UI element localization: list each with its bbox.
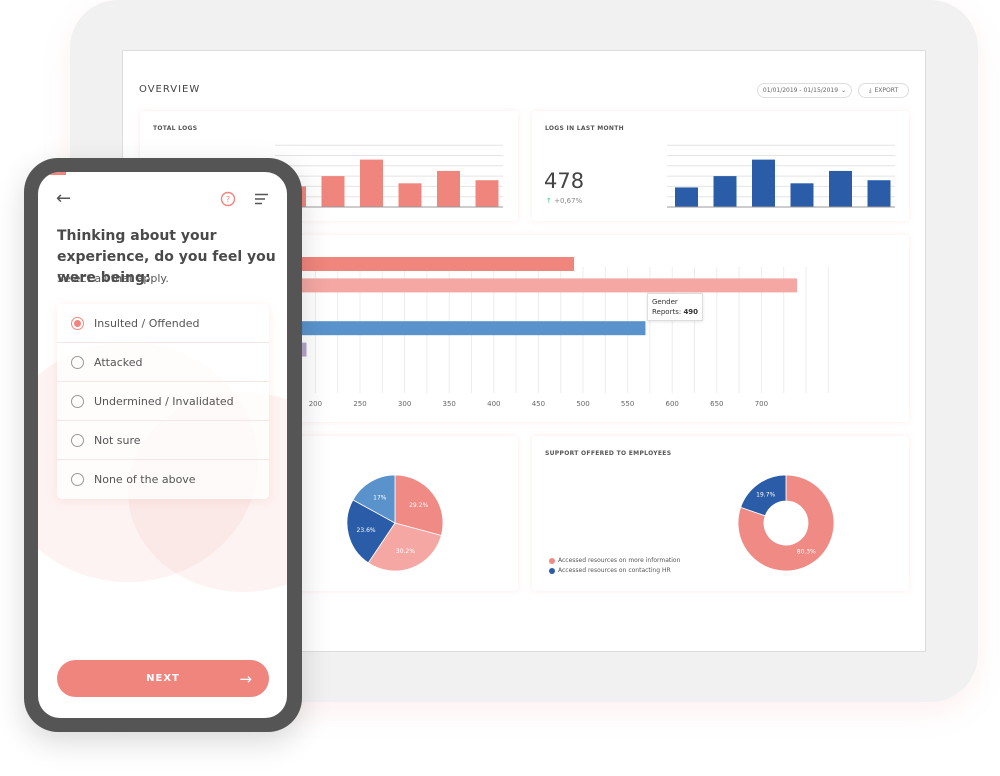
x-tick-label: 350 xyxy=(443,400,456,408)
download-icon: ⤓ xyxy=(868,86,872,94)
bar xyxy=(675,187,698,207)
radio-button[interactable] xyxy=(71,355,84,369)
option-label: Not sure xyxy=(94,433,141,447)
chevron-down-icon: ⌄ xyxy=(841,87,847,94)
x-tick-label: 250 xyxy=(353,400,366,408)
export-label: EXPORT xyxy=(874,87,899,94)
x-tick-label: 700 xyxy=(755,400,768,408)
option-item[interactable]: Insulted / Offended xyxy=(57,304,269,343)
legend-label: Accessed resources on contacting HR xyxy=(558,567,671,574)
chart-legend: Accessed resources on more information A… xyxy=(549,557,680,577)
phone-frame: ← ? Thinking about your experience, do y… xyxy=(24,158,302,732)
bar xyxy=(867,180,891,207)
progress-indicator xyxy=(45,172,66,175)
bar xyxy=(321,176,345,207)
slice-label: 30.2% xyxy=(396,548,415,555)
option-label: None of the above xyxy=(94,473,196,486)
page-title: OVERVIEW xyxy=(139,84,201,95)
logs-last-month-chart xyxy=(667,144,895,208)
next-button[interactable]: NEXT → xyxy=(57,660,269,697)
slice-label: 19.7% xyxy=(756,491,775,498)
slice-label: 17% xyxy=(373,494,387,501)
date-range-dropdown[interactable]: 01/01/2019 - 01/15/2019 ⌄ xyxy=(757,83,852,98)
x-tick-label: 400 xyxy=(487,400,500,408)
bar xyxy=(829,170,852,207)
arrow-right-icon: → xyxy=(239,669,253,688)
tooltip-value: 490 xyxy=(683,308,699,316)
bar xyxy=(475,180,499,207)
date-range-value: 01/01/2019 - 01/15/2019 xyxy=(762,87,839,94)
option-label: Undermined / Invalidated xyxy=(94,394,234,408)
slice-label: 80.3% xyxy=(797,549,816,556)
bar xyxy=(398,183,422,207)
radio-button[interactable] xyxy=(71,433,84,447)
option-item[interactable]: Attacked xyxy=(57,343,269,382)
support-card: SUPPORT OFFERED TO EMPLOYEES 80.3% 19.7% … xyxy=(532,436,909,591)
x-tick-label: 650 xyxy=(710,400,723,408)
radio-button[interactable] xyxy=(71,473,84,486)
logs-last-month-card: LOGS IN LAST MONTH 478 ↑ +0,67% xyxy=(532,111,909,221)
menu-icon[interactable] xyxy=(254,193,269,205)
option-item[interactable]: Not sure xyxy=(57,421,269,460)
radio-button[interactable] xyxy=(71,316,84,330)
legend-item: Accessed resources on more information xyxy=(549,557,680,564)
back-arrow-icon[interactable]: ← xyxy=(56,188,71,209)
bar xyxy=(713,176,737,207)
option-label: Attacked xyxy=(94,355,143,369)
x-tick-label: 300 xyxy=(398,400,411,408)
bar xyxy=(790,183,814,207)
slice-label: 29.2% xyxy=(409,502,428,509)
option-item[interactable]: Undermined / Invalidated xyxy=(57,382,269,421)
options-list: Insulted / Offended Attacked Undermined / … xyxy=(57,304,269,499)
survey-screen: ← ? Thinking about your experience, do y… xyxy=(38,172,287,718)
export-button[interactable]: ⤓ EXPORT xyxy=(858,83,909,98)
option-item[interactable]: None of the above xyxy=(57,460,269,499)
svg-text:?: ? xyxy=(226,195,230,204)
next-label: NEXT xyxy=(146,673,180,684)
chart-tooltip: Gender Reports: 490 xyxy=(647,293,704,321)
hint-text: Select all that apply. xyxy=(57,272,169,285)
bar xyxy=(752,159,775,207)
x-tick-label: 200 xyxy=(309,400,322,408)
x-tick-label: 450 xyxy=(532,400,545,408)
x-tick-label: 550 xyxy=(621,400,634,408)
option-label: Insulted / Offended xyxy=(94,316,200,330)
help-icon[interactable]: ? xyxy=(220,191,236,207)
bar xyxy=(437,170,460,207)
radio-button[interactable] xyxy=(71,394,84,408)
x-tick-label: 500 xyxy=(576,400,589,408)
legend-label: Accessed resources on more information xyxy=(558,557,681,564)
slice-label: 23.6% xyxy=(357,527,376,534)
x-tick-label: 600 xyxy=(666,400,679,408)
legend-item: Accessed resources on contacting HR xyxy=(549,567,680,574)
tooltip-label: Reports: xyxy=(652,308,684,316)
bar xyxy=(360,159,383,207)
tooltip-title: Gender xyxy=(652,298,678,306)
